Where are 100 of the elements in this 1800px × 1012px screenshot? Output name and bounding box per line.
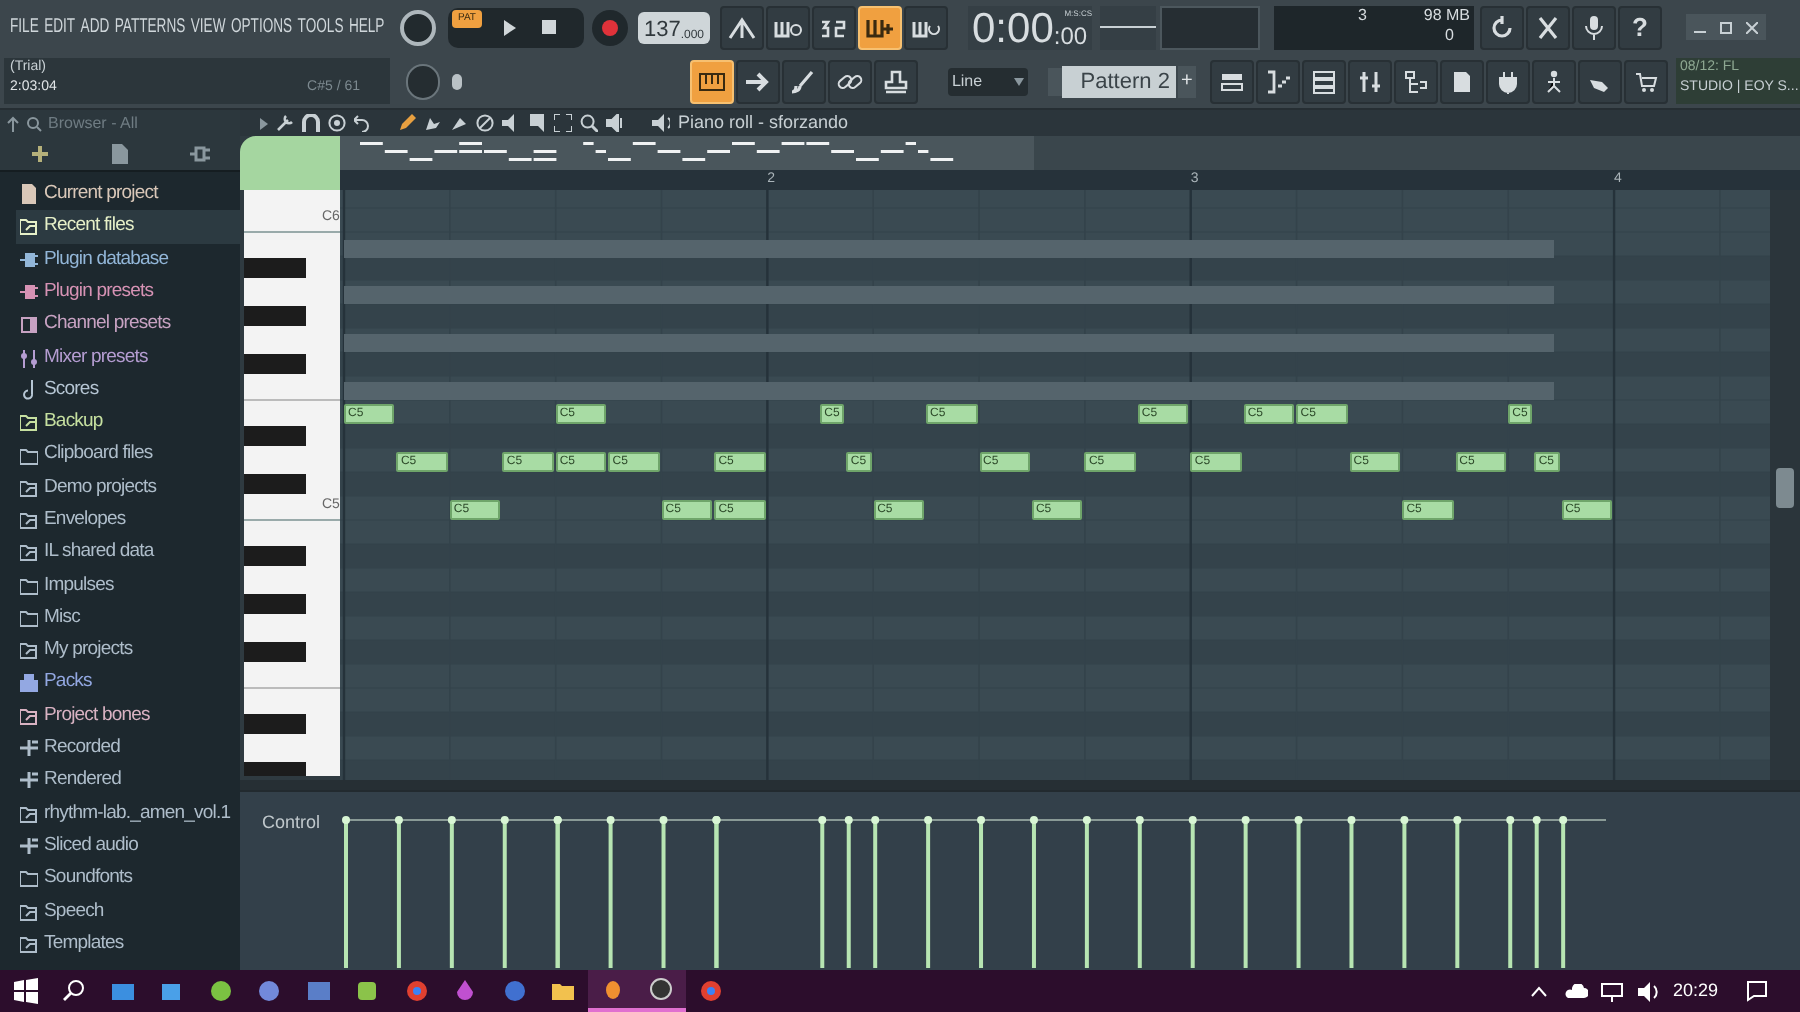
browser-item[interactable]: Clipboard files	[16, 438, 240, 472]
browser-item[interactable]: Packs	[16, 666, 240, 700]
undo-icon[interactable]	[354, 114, 370, 132]
browser-item[interactable]: Misc	[16, 601, 240, 635]
mixer-button[interactable]	[1348, 59, 1392, 103]
taskbar-button[interactable]	[637, 970, 686, 1012]
master-volume-knob[interactable]	[400, 9, 436, 45]
browser-item[interactable]: Rendered	[16, 764, 240, 798]
browser-item[interactable]: Project bones	[16, 699, 240, 733]
store-icon[interactable]	[158, 978, 185, 1004]
windows-logo-icon[interactable]	[11, 978, 38, 1004]
chevron-up-icon[interactable]	[1530, 985, 1549, 997]
notification-icon[interactable]	[1746, 980, 1768, 1002]
magnet-icon[interactable]	[302, 114, 320, 132]
browser-item[interactable]: Plugin database	[16, 243, 240, 276]
network-icon[interactable]	[1600, 981, 1625, 1001]
project-file-button[interactable]	[1440, 59, 1484, 103]
arrow-right-button[interactable]	[735, 59, 780, 103]
speaker-icon[interactable]	[502, 114, 520, 132]
folder-icon[interactable]	[550, 978, 577, 1004]
plus-icon[interactable]	[30, 143, 51, 163]
loop-button[interactable]	[904, 5, 948, 49]
menu-item[interactable]: ADD	[80, 12, 110, 42]
browser-item[interactable]: rhythm-lab._amen_vol.1	[16, 797, 240, 830]
cart-button[interactable]	[1624, 59, 1668, 103]
stop-icon[interactable]	[541, 20, 556, 34]
control-label[interactable]: Control	[262, 812, 321, 832]
stamp-button[interactable]	[873, 59, 918, 103]
chrome-icon[interactable]	[697, 978, 724, 1004]
restore-icon[interactable]	[1719, 21, 1732, 33]
browser-item[interactable]: Soundfonts	[16, 862, 240, 896]
scrollbar-thumb[interactable]	[1776, 468, 1794, 508]
piano-roll-button[interactable]	[1256, 59, 1300, 103]
cloud-icon[interactable]	[1564, 983, 1589, 999]
photos-icon[interactable]	[501, 978, 528, 1004]
step-plus-button[interactable]	[858, 5, 902, 49]
master-pitch-knob[interactable]	[406, 63, 439, 99]
pencil-icon[interactable]	[398, 114, 416, 132]
wrench-icon[interactable]	[276, 114, 294, 132]
refresh-button[interactable]	[1480, 5, 1524, 49]
cut-button[interactable]	[1526, 5, 1570, 49]
close-icon[interactable]	[1746, 21, 1759, 33]
plugin-button[interactable]	[1486, 59, 1530, 103]
browser-item[interactable]: Mixer presets	[16, 340, 240, 374]
playback-icon[interactable]	[606, 114, 624, 132]
browser-item[interactable]: Templates	[16, 927, 240, 961]
browser-item[interactable]: Recorded	[16, 732, 240, 765]
mute-tool-icon[interactable]	[476, 114, 494, 132]
menu-item[interactable]: EDIT	[44, 12, 76, 42]
pattern-overview-drawing[interactable]	[340, 136, 1034, 170]
browser-item[interactable]: Backup	[16, 406, 240, 439]
picture-icon[interactable]	[305, 978, 332, 1004]
pattern-selector[interactable]: Pattern 2	[1062, 65, 1176, 97]
browser-button[interactable]	[1394, 59, 1438, 103]
speaker-icon[interactable]	[652, 114, 670, 132]
microphone-button[interactable]	[1572, 5, 1616, 49]
select-tool-icon[interactable]	[554, 114, 572, 132]
document-icon[interactable]	[111, 143, 128, 163]
piano-roll-title[interactable]: Piano roll - sforzando	[678, 109, 849, 137]
circle-app-icon[interactable]	[207, 978, 234, 1004]
chrome-icon[interactable]	[403, 978, 430, 1004]
record-button[interactable]	[592, 9, 628, 45]
zoom-icon[interactable]	[580, 114, 598, 132]
menu-item[interactable]: PATTERNS	[114, 12, 186, 42]
browser-item[interactable]: Impulses	[16, 569, 240, 602]
android-icon[interactable]	[354, 978, 381, 1004]
browser-item[interactable]: Sliced audio	[16, 829, 240, 863]
snap-dropdown[interactable]: Line	[947, 67, 1029, 95]
playlist-button[interactable]	[1210, 59, 1254, 103]
chat-icon[interactable]	[256, 978, 283, 1004]
link-button[interactable]	[827, 59, 872, 103]
keyboard-button[interactable]	[689, 59, 734, 103]
plug-icon[interactable]	[189, 145, 210, 161]
taskbar-button[interactable]	[588, 970, 637, 1012]
help-button[interactable]: ?	[1618, 5, 1662, 49]
mail-icon[interactable]	[109, 978, 136, 1004]
browser-item[interactable]: Speech	[16, 895, 240, 928]
menu-item[interactable]: TOOLS	[297, 12, 344, 42]
arrow-up-icon[interactable]	[6, 115, 20, 131]
menu-arrow-icon[interactable]	[260, 117, 268, 129]
piano-keyboard-drawing[interactable]	[244, 190, 340, 776]
clock-time[interactable]: 20:29	[1672, 977, 1718, 1005]
menu-item[interactable]: VIEW	[190, 12, 226, 42]
countdown-button[interactable]	[812, 5, 856, 49]
browser-item[interactable]: Recent files	[16, 210, 240, 244]
tutorial-figure-button[interactable]	[1532, 59, 1576, 103]
tab-handle[interactable]	[240, 136, 340, 190]
browser-item[interactable]: Envelopes	[16, 503, 240, 537]
hand-button[interactable]	[1578, 59, 1622, 103]
target-icon[interactable]	[328, 114, 346, 132]
search-icon[interactable]	[60, 978, 87, 1004]
metronome-button[interactable]	[720, 5, 764, 49]
menu-item[interactable]: OPTIONS	[230, 12, 293, 42]
pattern-prev-button[interactable]	[1048, 67, 1063, 95]
browser-item[interactable]: Demo projects	[16, 471, 240, 504]
add-pattern-button[interactable]: +	[1177, 65, 1196, 97]
browser-item[interactable]: Channel presets	[16, 308, 240, 341]
browser-item[interactable]: IL shared data	[16, 536, 240, 570]
drop-icon[interactable]	[452, 978, 479, 1004]
wait-clock-button[interactable]	[766, 5, 810, 49]
